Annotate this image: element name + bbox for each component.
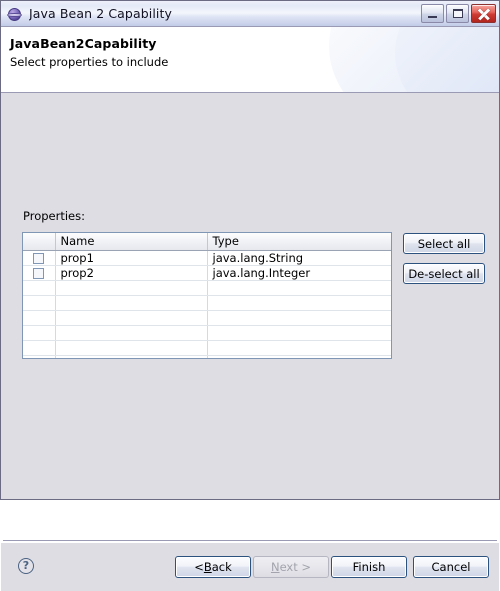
wizard-dialog-window: Java Bean 2 Capability JavaBean2Capabili… xyxy=(0,0,500,591)
checkbox-icon[interactable] xyxy=(33,268,45,279)
back-label-prefix: < xyxy=(194,560,204,574)
table-header-row: Name Type xyxy=(23,233,391,251)
select-all-button[interactable]: Select all xyxy=(403,233,485,254)
minimize-icon xyxy=(428,16,437,18)
cell-empty xyxy=(23,280,56,296)
finish-label: Finish xyxy=(352,560,386,574)
table-row-empty[interactable] xyxy=(23,325,391,341)
row-checkbox-cell[interactable] xyxy=(23,265,56,281)
back-label-mnemonic: B xyxy=(203,560,212,574)
table-row[interactable]: prop1 java.lang.String xyxy=(23,250,391,266)
cell-name: prop2 xyxy=(55,265,208,281)
cell-empty xyxy=(207,325,391,341)
table-row-empty[interactable] xyxy=(23,295,391,311)
maximize-button[interactable] xyxy=(446,4,469,23)
banner-text-block: JavaBean2Capability Select properties to… xyxy=(1,27,499,69)
column-header-check[interactable] xyxy=(23,233,56,251)
title-bar[interactable]: Java Bean 2 Capability xyxy=(1,1,499,27)
cell-empty xyxy=(23,340,56,356)
cell-type: java.lang.String xyxy=(207,250,391,266)
deselect-all-button[interactable]: De-select all xyxy=(403,263,485,284)
cancel-button[interactable]: Cancel xyxy=(413,556,489,578)
table-header: Name Type xyxy=(23,233,391,251)
dialog-button-bar: ? < Back Next > Finish Cancel xyxy=(1,543,499,591)
close-button[interactable] xyxy=(471,4,496,23)
table-row[interactable]: prop2 java.lang.Integer xyxy=(23,265,391,281)
properties-table-container[interactable]: Name Type prop1 java.lang.String prop2 java… xyxy=(22,232,392,359)
table-row-empty[interactable] xyxy=(23,310,391,326)
cell-empty xyxy=(207,355,391,358)
wizard-banner: JavaBean2Capability Select properties to… xyxy=(1,27,499,93)
back-label-suffix: ack xyxy=(211,560,232,574)
cell-empty xyxy=(55,340,208,356)
cell-empty xyxy=(55,355,208,358)
cell-empty xyxy=(207,310,391,326)
cell-empty xyxy=(55,325,208,341)
cell-empty xyxy=(207,280,391,296)
cell-empty xyxy=(55,280,208,296)
page-subtitle: Select properties to include xyxy=(10,55,169,69)
cell-name: prop1 xyxy=(55,250,208,266)
cancel-label: Cancel xyxy=(431,560,471,574)
help-icon[interactable]: ? xyxy=(18,558,34,574)
bottom-separator xyxy=(3,540,497,542)
cell-empty xyxy=(207,295,391,311)
next-label-mnemonic: N xyxy=(270,560,280,574)
cell-empty xyxy=(23,325,56,341)
select-all-label: Select all xyxy=(417,236,471,251)
column-header-name[interactable]: Name xyxy=(55,233,208,251)
cell-empty xyxy=(23,355,56,358)
checkbox-icon[interactable] xyxy=(33,253,45,264)
table-body: prop1 java.lang.String prop2 java.lang.Inte… xyxy=(23,250,391,358)
maximize-icon xyxy=(453,9,463,18)
properties-table: Name Type prop1 java.lang.String prop2 java… xyxy=(23,233,391,358)
window-title: Java Bean 2 Capability xyxy=(29,6,172,21)
minimize-button[interactable] xyxy=(421,4,444,23)
next-label-suffix: ext > xyxy=(279,560,312,574)
java-bean-sphere-icon xyxy=(7,6,23,22)
cell-empty xyxy=(207,340,391,356)
cell-empty xyxy=(23,310,56,326)
back-button[interactable]: < Back xyxy=(175,556,251,578)
page-title: JavaBean2Capability xyxy=(10,36,157,51)
table-row-empty[interactable] xyxy=(23,355,391,358)
properties-label: Properties: xyxy=(23,209,85,223)
next-button: Next > xyxy=(253,556,329,578)
dialog-content-area: Properties: Name Type prop1 java.lang.Str… xyxy=(1,93,499,591)
row-checkbox-cell[interactable] xyxy=(23,250,56,266)
finish-button[interactable]: Finish xyxy=(331,556,407,578)
column-header-type[interactable]: Type xyxy=(207,233,391,251)
sphere-ring xyxy=(7,12,22,17)
cell-type: java.lang.Integer xyxy=(207,265,391,281)
table-row-empty[interactable] xyxy=(23,340,391,356)
cell-empty xyxy=(23,295,56,311)
table-row-empty[interactable] xyxy=(23,280,391,296)
cell-empty xyxy=(55,295,208,311)
deselect-all-label: De-select all xyxy=(408,266,480,281)
cell-empty xyxy=(55,310,208,326)
